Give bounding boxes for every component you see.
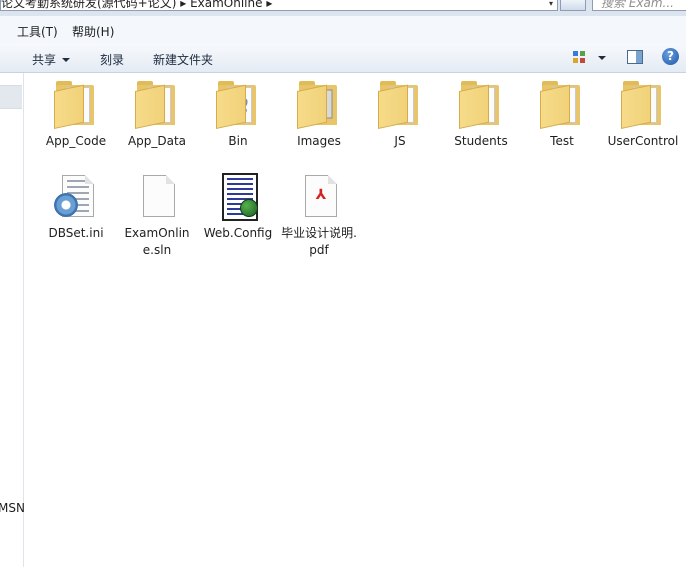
globe-icon bbox=[240, 199, 258, 217]
file-item-pdf[interactable]: ⅄ 毕业设计说明.pdf bbox=[281, 173, 357, 259]
file-name: JS bbox=[394, 134, 406, 148]
menu-help[interactable]: 帮助(H) bbox=[72, 23, 114, 40]
file-item-folder[interactable]: JS bbox=[362, 81, 438, 150]
refresh-button[interactable] bbox=[560, 0, 586, 11]
address-field[interactable]: 论文考勤系统研发(源代码+论文) ▸ ExamOnline ▸ ▾ bbox=[0, 0, 558, 11]
file-name: Web.Config bbox=[203, 226, 273, 240]
file-name: App_Data bbox=[127, 134, 187, 148]
file-name: ExamOnline.sln bbox=[124, 226, 190, 257]
file-item-folder[interactable]: Students bbox=[443, 81, 519, 150]
nav-selected-item[interactable] bbox=[0, 85, 22, 109]
file-name: Images bbox=[297, 134, 341, 148]
folder-gears-icon bbox=[214, 81, 262, 129]
navigation-pane[interactable]: MSN bbox=[0, 73, 25, 567]
folder-icon bbox=[52, 81, 100, 129]
search-placeholder: 搜索 Exam... bbox=[601, 0, 674, 10]
file-item-config[interactable]: Web.Config bbox=[200, 173, 276, 242]
file-item-folder[interactable]: UserControl bbox=[605, 81, 681, 150]
file-item-folder[interactable]: App_Data bbox=[119, 81, 195, 150]
blank-document-icon bbox=[133, 173, 181, 221]
search-input[interactable]: 搜索 Exam... bbox=[592, 0, 686, 11]
folder-doc-icon bbox=[376, 81, 424, 129]
file-name: UserControl bbox=[607, 134, 679, 148]
burn-button[interactable]: 刻录 bbox=[100, 51, 124, 68]
file-item-ini[interactable]: DBSet.ini bbox=[38, 173, 114, 242]
address-dropdown-icon[interactable]: ▾ bbox=[546, 0, 556, 10]
file-list-view[interactable]: App_Code App_Data Bin Images JS Students… bbox=[24, 73, 686, 567]
chevron-down-icon bbox=[62, 58, 71, 62]
nav-item-msn[interactable]: MSN bbox=[0, 501, 25, 515]
file-name: Bin bbox=[228, 134, 248, 148]
change-view-icon[interactable] bbox=[572, 50, 586, 64]
file-item-sln[interactable]: ExamOnline.sln bbox=[119, 173, 195, 259]
file-name: App_Code bbox=[45, 134, 107, 148]
folder-images-icon bbox=[295, 81, 343, 129]
folder-icon bbox=[619, 81, 667, 129]
menu-bar: 工具(T) 帮助(H) bbox=[0, 16, 686, 45]
folder-icon bbox=[538, 81, 586, 129]
config-settings-icon bbox=[52, 173, 100, 221]
web-config-icon bbox=[214, 173, 262, 221]
file-item-folder[interactable]: Test bbox=[524, 81, 600, 150]
file-name: Test bbox=[550, 134, 574, 148]
file-name: Students bbox=[454, 134, 508, 148]
address-bar-strip: 论文考勤系统研发(源代码+论文) ▸ ExamOnline ▸ ▾ 搜索 Exa… bbox=[0, 0, 686, 16]
new-folder-button[interactable]: 新建文件夹 bbox=[153, 51, 213, 68]
file-item-folder[interactable]: App_Code bbox=[38, 81, 114, 150]
address-path: 论文考勤系统研发(源代码+论文) ▸ ExamOnline ▸ bbox=[1, 0, 273, 10]
file-name: 毕业设计说明.pdf bbox=[281, 226, 357, 257]
folder-icon bbox=[133, 81, 181, 129]
file-name: DBSet.ini bbox=[48, 226, 104, 240]
preview-pane-icon[interactable] bbox=[627, 50, 643, 64]
folder-icon bbox=[457, 81, 505, 129]
gear-icon bbox=[54, 193, 78, 217]
share-button[interactable]: 共享 bbox=[32, 51, 71, 68]
share-label: 共享 bbox=[32, 53, 57, 67]
menu-tools[interactable]: 工具(T) bbox=[17, 23, 58, 40]
file-item-folder[interactable]: Images bbox=[281, 81, 357, 150]
pdf-icon: ⅄ bbox=[295, 173, 343, 221]
view-options-chevron-icon[interactable] bbox=[598, 56, 606, 60]
help-icon[interactable]: ? bbox=[662, 48, 679, 65]
file-item-folder[interactable]: Bin bbox=[200, 81, 276, 150]
